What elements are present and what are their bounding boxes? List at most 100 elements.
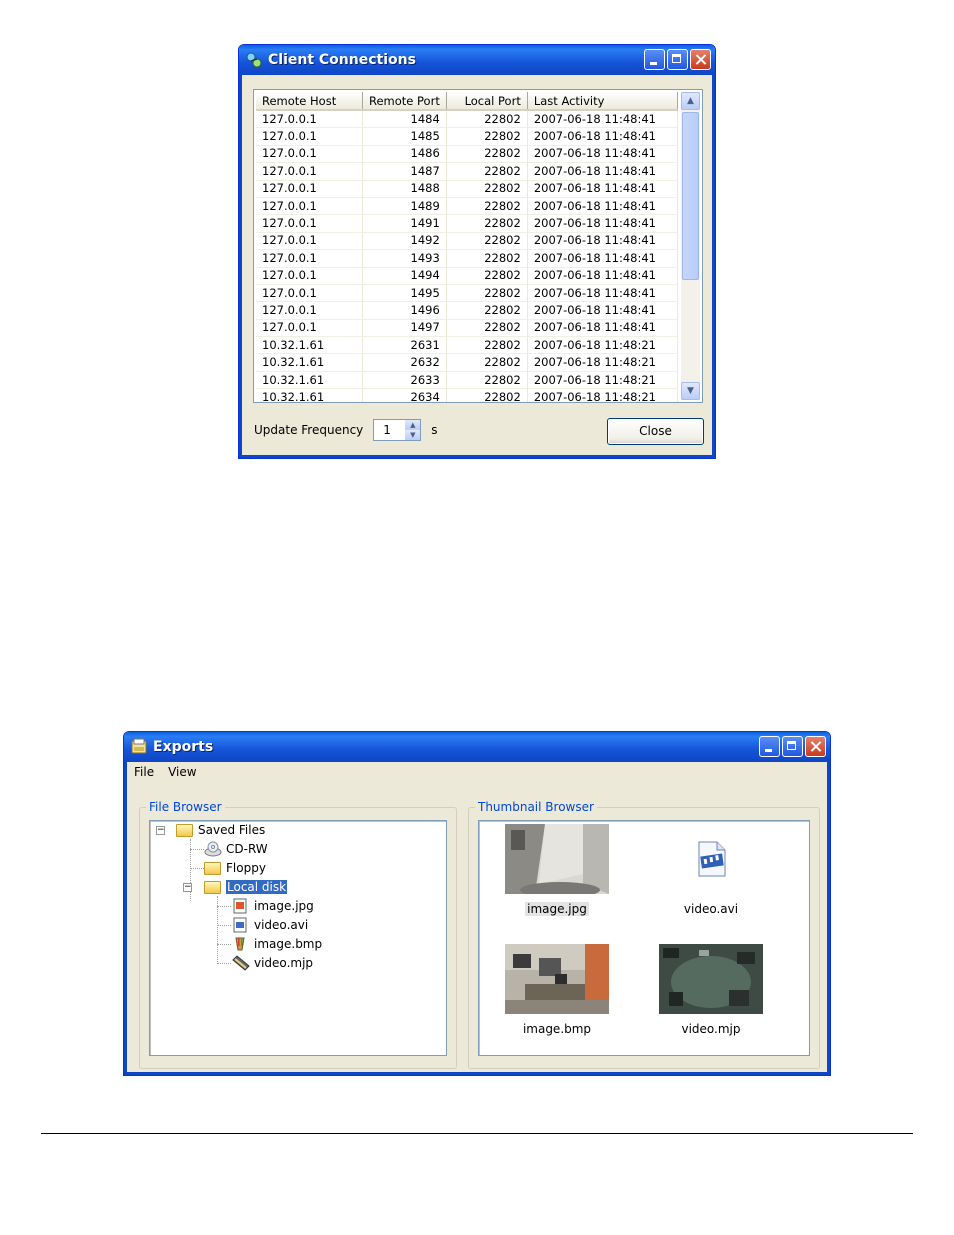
table-cell: 2007-06-18 11:48:41	[527, 162, 679, 181]
stepper-up-icon[interactable]: ▲	[405, 420, 421, 430]
table-row[interactable]: 127.0.0.1 1493 22802 2007-06-18 11:48:41	[256, 249, 679, 268]
table-cell: 2007-06-18 11:48:41	[527, 127, 679, 146]
stepper-down-icon[interactable]: ▼	[405, 430, 421, 440]
table-row[interactable]: 127.0.0.1 1497 22802 2007-06-18 11:48:41	[256, 319, 679, 338]
table-cell: 1492	[362, 232, 447, 251]
table-cell: 10.32.1.61	[256, 336, 363, 355]
bmp-file-icon	[232, 936, 250, 952]
thumbnail-caption: image.bmp	[522, 1022, 592, 1036]
jpg-file-icon	[232, 898, 250, 914]
update-frequency-label: Update Frequency	[254, 423, 364, 437]
scroll-down-button[interactable]: ▼	[681, 382, 700, 400]
thumbnail-panel[interactable]: image.jpg video.avi image.bmp video.mjp	[478, 820, 810, 1056]
minimize-button[interactable]	[644, 49, 665, 70]
client-connections-window: Client Connections Remote Host Remote Po…	[238, 44, 716, 459]
update-frequency-value[interactable]: 1	[374, 423, 391, 437]
table-row[interactable]: 127.0.0.1 1492 22802 2007-06-18 11:48:41	[256, 232, 679, 251]
table-cell: 2007-06-18 11:48:41	[527, 145, 679, 164]
close-window-button[interactable]	[690, 49, 711, 70]
table-row[interactable]: 127.0.0.1 1485 22802 2007-06-18 11:48:41	[256, 127, 679, 146]
table-cell: 127.0.0.1	[256, 301, 363, 320]
table-row[interactable]: 127.0.0.1 1494 22802 2007-06-18 11:48:41	[256, 267, 679, 285]
title-bar[interactable]: Client Connections	[239, 45, 715, 75]
table-cell: 22802	[446, 214, 528, 233]
table-cell: 1485	[362, 127, 447, 146]
tree-item-video-mjp[interactable]: video.mjp	[232, 955, 313, 971]
table-cell: 1494	[362, 267, 447, 285]
tree-item-floppy[interactable]: Floppy	[204, 860, 266, 876]
column-header-local-port[interactable]: Local Port	[446, 92, 528, 111]
table-cell: 2007-06-18 11:48:41	[527, 110, 679, 129]
table-cell: 2007-06-18 11:48:41	[527, 249, 679, 268]
table-cell: 2007-06-18 11:48:21	[527, 353, 679, 372]
close-window-button[interactable]	[805, 736, 826, 757]
table-row[interactable]: 127.0.0.1 1488 22802 2007-06-18 11:48:41	[256, 180, 679, 198]
table-cell: 1487	[362, 162, 447, 181]
scroll-up-button[interactable]: ▲	[681, 92, 700, 110]
table-cell: 22802	[446, 319, 528, 338]
table-row[interactable]: 127.0.0.1 1486 22802 2007-06-18 11:48:41	[256, 145, 679, 164]
thumbnail-image-bmp[interactable]: image.bmp	[503, 944, 611, 1036]
table-cell: 10.32.1.61	[256, 353, 363, 372]
network-connections-icon	[245, 51, 263, 69]
tree-item-image-bmp[interactable]: image.bmp	[232, 936, 322, 952]
table-cell: 22802	[446, 162, 528, 181]
table-cell: 2007-06-18 11:48:41	[527, 267, 679, 285]
table-row[interactable]: 10.32.1.61 2633 22802 2007-06-18 11:48:21	[256, 371, 679, 390]
table-row[interactable]: 10.32.1.61 2634 22802 2007-06-18 11:48:21	[256, 388, 679, 402]
table-cell: 127.0.0.1	[256, 232, 363, 251]
scroll-thumb[interactable]	[682, 112, 699, 280]
tree-item-saved-files[interactable]: Saved Files	[176, 822, 265, 838]
tree-item-image-jpg[interactable]: image.jpg	[232, 898, 314, 914]
table-row[interactable]: 127.0.0.1 1495 22802 2007-06-18 11:48:41	[256, 284, 679, 303]
table-cell: 127.0.0.1	[256, 110, 363, 129]
thumbnail-caption: video.avi	[683, 902, 739, 916]
table-cell: 1484	[362, 110, 447, 129]
update-frequency-stepper[interactable]: 1 ▲ ▼	[373, 419, 422, 441]
tree-item-label: Floppy	[226, 861, 266, 875]
file-tree[interactable]: − Saved Files CD-RW Floppy − Local disk …	[149, 820, 447, 1056]
title-bar[interactable]: Exports	[124, 732, 830, 762]
table-cell: 22802	[446, 336, 528, 355]
tree-item-local-disk[interactable]: Local disk	[204, 879, 288, 895]
tree-item-cd-rw[interactable]: CD-RW	[204, 841, 268, 857]
column-header-remote-port[interactable]: Remote Port	[362, 92, 447, 111]
tree-item-video-avi[interactable]: video.avi	[232, 917, 308, 933]
collapse-saved-files-icon[interactable]: −	[156, 826, 165, 835]
table-row[interactable]: 127.0.0.1 1484 22802 2007-06-18 11:48:41	[256, 110, 679, 129]
collapse-local-disk-icon[interactable]: −	[183, 883, 192, 892]
menu-view[interactable]: View	[161, 765, 203, 779]
table-cell: 2007-06-18 11:48:41	[527, 284, 679, 303]
thumbnail-video-mjp[interactable]: video.mjp	[657, 944, 765, 1036]
table-row[interactable]: 10.32.1.61 2631 22802 2007-06-18 11:48:21	[256, 336, 679, 355]
vertical-scrollbar[interactable]: ▲ ▼	[681, 92, 700, 400]
table-cell: 1496	[362, 301, 447, 320]
minimize-button[interactable]	[759, 736, 780, 757]
table-row[interactable]: 10.32.1.61 2632 22802 2007-06-18 11:48:21	[256, 353, 679, 372]
table-cell: 127.0.0.1	[256, 127, 363, 146]
maximize-button[interactable]	[782, 736, 803, 757]
column-header-last-activity[interactable]: Last Activity	[527, 92, 679, 111]
video-file-icon	[659, 824, 763, 894]
table-row[interactable]: 127.0.0.1 1491 22802 2007-06-18 11:48:41	[256, 214, 679, 233]
window-title: Exports	[153, 739, 214, 755]
close-button[interactable]: Close	[607, 418, 704, 445]
maximize-button[interactable]	[667, 49, 688, 70]
table-cell: 127.0.0.1	[256, 180, 363, 198]
table-cell: 22802	[446, 197, 528, 216]
table-cell: 127.0.0.1	[256, 249, 363, 268]
table-cell: 22802	[446, 353, 528, 372]
update-frequency-unit: s	[431, 423, 438, 437]
table-cell: 127.0.0.1	[256, 284, 363, 303]
connections-list[interactable]: Remote Host Remote Port Local Port Last …	[253, 89, 703, 403]
table-cell: 2632	[362, 353, 447, 372]
menu-file[interactable]: File	[127, 765, 161, 779]
folder-icon	[204, 862, 221, 875]
table-cell: 127.0.0.1	[256, 162, 363, 181]
table-row[interactable]: 127.0.0.1 1496 22802 2007-06-18 11:48:41	[256, 301, 679, 320]
thumbnail-image-jpg[interactable]: image.jpg	[503, 824, 611, 916]
thumbnail-video-avi[interactable]: video.avi	[657, 824, 765, 916]
table-row[interactable]: 127.0.0.1 1487 22802 2007-06-18 11:48:41	[256, 162, 679, 181]
column-header-remote-host[interactable]: Remote Host	[256, 92, 363, 111]
table-row[interactable]: 127.0.0.1 1489 22802 2007-06-18 11:48:41	[256, 197, 679, 216]
